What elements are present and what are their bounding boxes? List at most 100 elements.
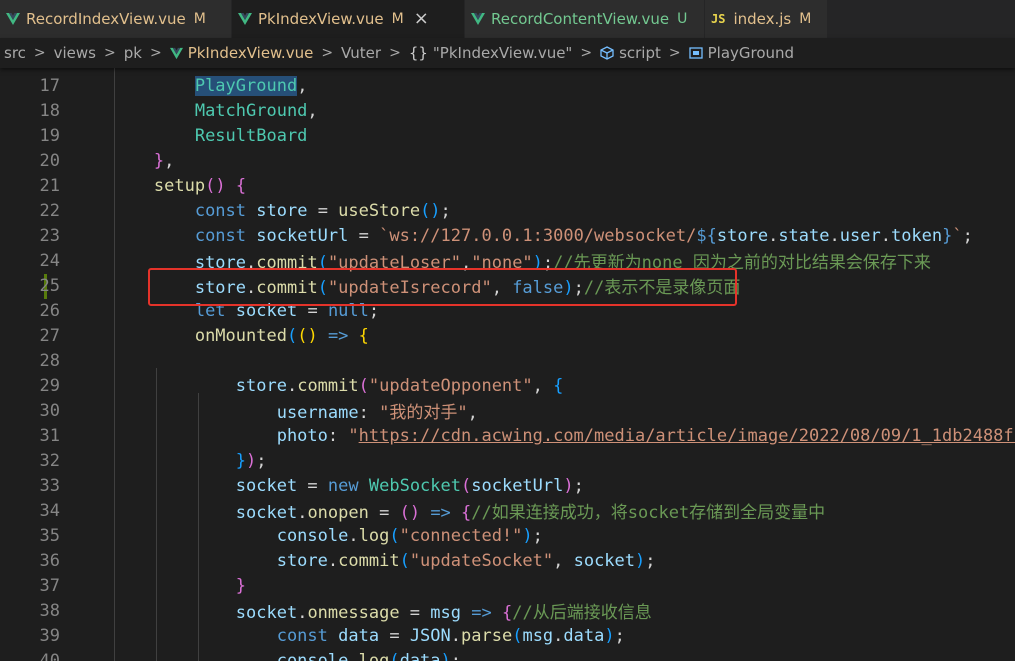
code-text: store.commit("updateSocket", socket);	[72, 551, 656, 571]
tab-2[interactable]: PkIndexView.vue M ×	[232, 0, 465, 38]
code-token: MatchGround	[194, 100, 308, 121]
code-token: }	[942, 225, 953, 246]
code-editor[interactable]: 17 PlayGround, 18 MatchGround, 19 ResultBo…	[0, 68, 1015, 661]
breadcrumb-item[interactable]: {} "PkIndexView.vue"	[407, 44, 575, 62]
code-line[interactable]: 34 socket.onopen = () => {//如果连接成功，将sock…	[0, 498, 1015, 524]
code-token: (	[358, 375, 369, 396]
code-token: .	[297, 503, 308, 523]
code-line[interactable]: 29 store.commit("updateOpponent", {	[0, 373, 1015, 398]
line-number: 36	[39, 550, 60, 571]
breadcrumb-label: src	[4, 44, 26, 62]
code-token: store	[235, 375, 287, 396]
code-token: console	[276, 525, 349, 546]
code-text: }	[72, 576, 246, 596]
breadcrumb-item[interactable]: src	[2, 44, 28, 62]
line-number: 33	[39, 475, 60, 496]
chevron-right-icon: >	[104, 45, 116, 61]
code-token: (	[461, 475, 472, 496]
breadcrumb-label: PlayGround	[707, 44, 795, 62]
variable-icon	[688, 47, 703, 59]
js-icon: JS	[711, 12, 726, 26]
code-token: }	[235, 450, 247, 471]
code-line[interactable]: 35 console.log("connected!");	[0, 523, 1015, 548]
code-line[interactable]: 33 socket = new WebSocket(socketUrl);	[0, 473, 1015, 498]
code-text: const socketUrl = `ws://127.0.0.1:3000/w…	[72, 226, 973, 246]
code-token: )	[522, 525, 533, 546]
code-text: socket.onopen = () => {//如果连接成功，将socket存…	[72, 498, 825, 523]
code-line[interactable]: 37 }	[0, 573, 1015, 598]
code-line[interactable]: 38 socket.onmessage = msg => {//从后端接收信息	[0, 598, 1015, 624]
code-token: data	[563, 625, 605, 646]
code-line[interactable]: 39 const data = JSON.parse(msg.data);	[0, 623, 1015, 648]
breadcrumb-item[interactable]: pk	[122, 44, 144, 62]
tab-label: RecordContentView.vue	[491, 10, 670, 28]
line-number: 25	[39, 275, 60, 296]
code-line[interactable]: 27 onMounted(() => {	[0, 323, 1015, 348]
code-token: .	[450, 625, 462, 646]
breadcrumb-item[interactable]: PlayGround	[687, 44, 796, 62]
code-line[interactable]: 32 });	[0, 448, 1015, 473]
code-line[interactable]: 30 username: "我的对手",	[0, 398, 1015, 424]
code-token: setup	[153, 175, 206, 196]
breadcrumb-item[interactable]: views	[52, 44, 98, 62]
tab-4[interactable]: JS index.js M	[705, 0, 828, 38]
code-token: .	[348, 525, 359, 546]
code-token: =>	[471, 603, 492, 623]
code-token: ,	[553, 550, 574, 571]
chevron-right-icon: >	[33, 45, 46, 61]
code-text: store.commit("updateOpponent", {	[72, 375, 564, 396]
code-token: .	[297, 603, 308, 623]
code-line[interactable]: 31 photo: "https://cdn.acwing.com/media/…	[0, 423, 1015, 448]
tab-label: index.js	[733, 10, 792, 28]
breadcrumb-item[interactable]: script	[598, 44, 663, 62]
breadcrumb-item[interactable]: PkIndexView.vue	[168, 44, 316, 62]
code-token: ()	[205, 175, 226, 196]
code-line[interactable]: 17 PlayGround,	[0, 73, 1015, 98]
code-line[interactable]: 28	[0, 348, 1015, 373]
line-number: 34	[39, 500, 60, 521]
code-token: state	[778, 225, 830, 246]
tab-1[interactable]: RecordIndexView.vue M	[0, 0, 232, 38]
code-token: ;	[962, 225, 973, 246]
code-token: =	[307, 200, 339, 221]
code-token: socket	[235, 603, 298, 623]
line-number: 20	[39, 150, 60, 171]
code-token: {	[461, 503, 472, 523]
code-token: ()	[297, 325, 318, 346]
code-text: });	[72, 451, 267, 471]
code-token: console	[276, 650, 349, 661]
code-line[interactable]: 22 const store = useStore();	[0, 198, 1015, 223]
code-line[interactable]: 18 MatchGround,	[0, 98, 1015, 123]
code-token: {	[501, 603, 513, 623]
code-token: =>	[430, 503, 451, 523]
code-text: PlayGround,	[72, 75, 307, 96]
code-token: .	[829, 225, 840, 246]
vue-icon	[471, 12, 485, 26]
breadcrumb-label: script	[619, 44, 661, 62]
code-text: MatchGround,	[72, 101, 318, 121]
code-token: onMounted	[194, 325, 287, 346]
close-icon[interactable]: ×	[414, 10, 429, 28]
tab-git-status: M	[193, 11, 206, 27]
code-token: :	[327, 425, 349, 446]
code-text: console.log("connected!");	[72, 526, 543, 546]
code-line[interactable]: 21 setup() {	[0, 173, 1015, 198]
tab-git-status: M	[391, 11, 404, 27]
code-line[interactable]: 19 ResultBoard	[0, 123, 1015, 148]
line-number: 17	[39, 75, 60, 96]
code-token: =	[348, 225, 380, 246]
tab-3[interactable]: RecordContentView.vue U	[465, 0, 705, 38]
code-token: ;	[450, 650, 462, 661]
code-line[interactable]: 36 store.commit("updateSocket", socket);	[0, 548, 1015, 573]
code-line[interactable]: 40 console.log(data);	[0, 648, 1015, 661]
breadcrumb-item[interactable]: Vuter	[339, 44, 383, 62]
code-line[interactable]: 23 const socketUrl = `ws://127.0.0.1:300…	[0, 223, 1015, 248]
code-line[interactable]: 20 },	[0, 148, 1015, 173]
